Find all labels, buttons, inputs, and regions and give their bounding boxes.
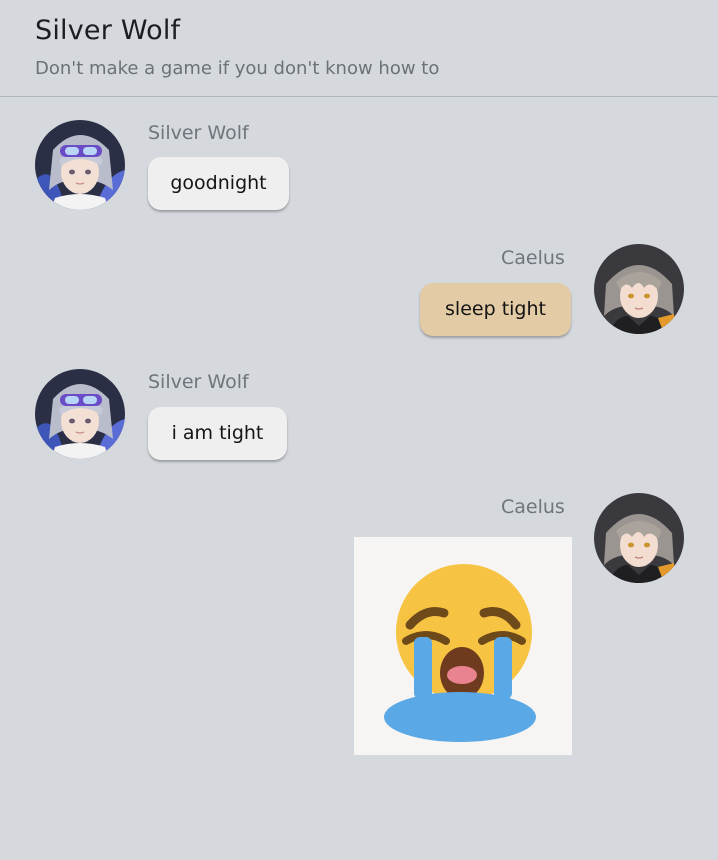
loudly-crying-face-icon <box>354 537 572 755</box>
chat-title: Silver Wolf <box>35 15 181 46</box>
caelus-avatar[interactable] <box>594 244 684 334</box>
message-sender: Caelus <box>501 496 565 518</box>
message-bubble[interactable]: i am tight <box>148 407 287 460</box>
message-bubble[interactable]: goodnight <box>148 157 289 210</box>
silver-wolf-avatar[interactable] <box>35 369 125 459</box>
caelus-avatar[interactable] <box>594 493 684 583</box>
sticker-image[interactable] <box>354 537 572 755</box>
message-sender: Caelus <box>501 247 565 269</box>
silver-wolf-avatar[interactable] <box>35 120 125 210</box>
chat-subtitle: Don't make a game if you don't know how … <box>35 58 440 79</box>
message-sender: Silver Wolf <box>148 122 249 144</box>
chat-header: Silver Wolf Don't make a game if you don… <box>0 0 718 97</box>
message-bubble[interactable]: sleep tight <box>420 283 571 336</box>
message-sender: Silver Wolf <box>148 371 249 393</box>
